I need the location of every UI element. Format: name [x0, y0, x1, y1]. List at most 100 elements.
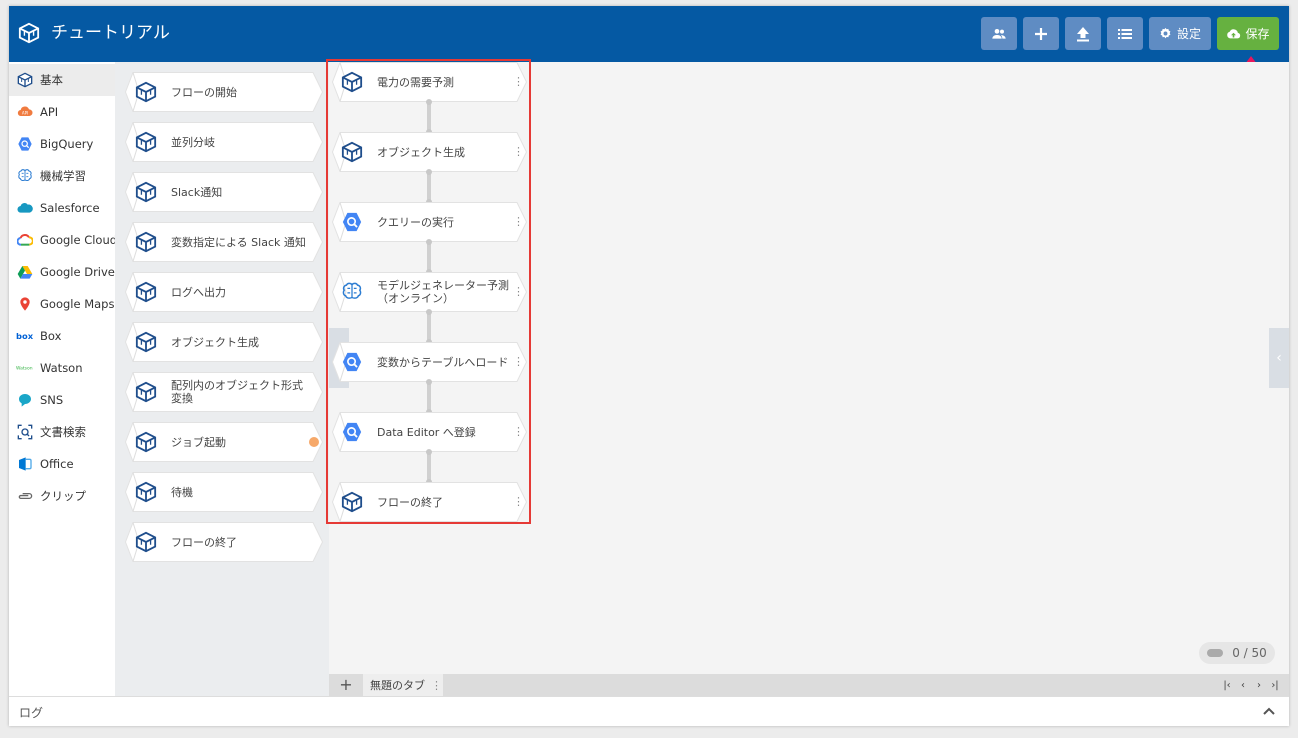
category-item[interactable]: 基本 — [9, 64, 115, 96]
google-maps-icon — [16, 295, 34, 313]
tab-bar: + 無題のタブ ⋮ |‹ ‹ › ›| — [329, 674, 1289, 696]
category-label: Watson — [40, 361, 83, 375]
category-item[interactable]: box Box — [9, 320, 115, 352]
brain-icon — [341, 281, 363, 303]
list-icon — [1118, 28, 1132, 39]
palette-block-label: 変数指定による Slack 通知 — [171, 235, 306, 249]
settings-button[interactable]: 設定 — [1149, 17, 1211, 50]
flow-block-label: フローの終了 — [377, 495, 443, 509]
block-menu-icon[interactable]: ⋮ — [513, 495, 524, 508]
category-item[interactable]: Watson Watson — [9, 352, 115, 384]
category-item[interactable]: BigQuery — [9, 128, 115, 160]
block-menu-icon[interactable]: ⋮ — [513, 285, 524, 298]
category-label: 基本 — [40, 73, 63, 87]
category-item[interactable]: Google Cloud — [9, 224, 117, 256]
first-tab-icon[interactable]: |‹ — [1219, 680, 1235, 691]
share-users-button[interactable] — [981, 17, 1017, 50]
palette-block[interactable]: 変数指定による Slack 通知 — [125, 222, 323, 262]
cube-icon — [341, 491, 363, 513]
gear-icon — [1160, 27, 1171, 39]
category-label: Office — [40, 457, 74, 471]
box-icon: box — [16, 327, 34, 345]
counter-pill-icon — [1207, 649, 1224, 657]
category-item[interactable]: 文書検索 — [9, 416, 115, 448]
cube-icon — [135, 381, 157, 403]
palette-block-label: 待機 — [171, 485, 193, 499]
category-item[interactable]: Salesforce — [9, 192, 115, 224]
last-tab-icon[interactable]: ›| — [1267, 680, 1283, 691]
flow-block[interactable]: Data Editor へ登録 ⋮ — [332, 412, 527, 452]
palette-block[interactable]: 配列内のオブジェクト形式変換 — [125, 372, 323, 412]
tab-navigation: |‹ ‹ › ›| — [1219, 674, 1283, 696]
cube-icon — [135, 181, 157, 203]
category-label: Salesforce — [40, 201, 100, 215]
palette-block-label: 配列内のオブジェクト形式変換 — [171, 379, 303, 405]
cube-icon — [135, 331, 157, 353]
prev-tab-icon[interactable]: ‹ — [1235, 680, 1251, 691]
bigquery-icon — [341, 421, 363, 443]
category-label: 文書検索 — [40, 425, 86, 439]
bigquery-icon — [341, 351, 363, 373]
flow-block[interactable]: 電力の需要予測 ⋮ — [332, 62, 527, 102]
cube-icon — [135, 481, 157, 503]
add-button[interactable] — [1023, 17, 1059, 50]
palette-block[interactable]: 待機 — [125, 472, 323, 512]
category-item[interactable]: API API — [9, 96, 115, 128]
palette-block[interactable]: フローの開始 — [125, 72, 323, 112]
upload-button[interactable] — [1065, 17, 1101, 50]
svg-text:box: box — [16, 331, 34, 341]
category-item[interactable]: SNS — [9, 384, 115, 416]
palette-block-label: フローの終了 — [171, 535, 237, 549]
category-label: API — [40, 105, 59, 119]
category-item[interactable]: クリップ — [9, 480, 115, 512]
app-header: チュートリアル 設定 保存 — [9, 6, 1289, 62]
palette-block-label: ジョブ起動 — [171, 435, 226, 449]
category-label: クリップ — [40, 489, 86, 503]
cube-icon — [341, 141, 363, 163]
cube-icon — [341, 71, 363, 93]
tab-untitled[interactable]: 無題のタブ ⋮ — [363, 674, 443, 696]
palette-block[interactable]: フローの終了 — [125, 522, 323, 562]
settings-label: 設定 — [1176, 27, 1201, 41]
block-menu-icon[interactable]: ⋮ — [513, 75, 524, 88]
chevron-up-icon[interactable] — [1261, 703, 1277, 719]
list-button[interactable] — [1107, 17, 1143, 50]
category-item[interactable]: Office — [9, 448, 115, 480]
category-item[interactable]: Google Maps — [9, 288, 115, 320]
category-label: SNS — [40, 393, 64, 407]
palette-block[interactable]: 並列分岐 — [125, 122, 323, 162]
block-menu-icon[interactable]: ⋮ — [513, 355, 524, 368]
document-search-icon — [16, 423, 34, 441]
add-tab-button[interactable]: + — [337, 674, 355, 696]
palette-block-label: オブジェクト生成 — [171, 335, 259, 349]
api-icon: API — [16, 103, 34, 121]
block-menu-icon[interactable]: ⋮ — [513, 215, 524, 228]
palette-block[interactable]: Slack通知 — [125, 172, 323, 212]
flow-block[interactable]: オブジェクト生成 ⋮ — [332, 132, 527, 172]
log-panel: ログ — [9, 696, 1289, 726]
cube-icon — [16, 71, 34, 89]
category-item[interactable]: Google Drive — [9, 256, 115, 288]
next-tab-icon[interactable]: › — [1251, 680, 1267, 691]
watson-icon: Watson — [16, 359, 34, 377]
flow-block-label: クエリーの実行 — [377, 215, 454, 229]
paperclip-icon — [16, 487, 34, 505]
block-menu-icon[interactable]: ⋮ — [513, 145, 524, 158]
block-menu-icon[interactable]: ⋮ — [513, 425, 524, 438]
cube-icon — [135, 81, 157, 103]
category-item[interactable]: 機械学習 — [9, 160, 115, 192]
tab-menu-icon[interactable]: ⋮ — [431, 679, 442, 692]
flow-block[interactable]: クエリーの実行 ⋮ — [332, 202, 527, 242]
collapse-properties-button[interactable]: ‹ — [1269, 328, 1289, 388]
palette-block[interactable]: ログへ出力 — [125, 272, 323, 312]
palette-block[interactable]: ジョブ起動 — [125, 422, 323, 462]
cube-icon — [135, 531, 157, 553]
palette-block[interactable]: オブジェクト生成 — [125, 322, 323, 362]
google-drive-icon — [16, 263, 34, 281]
flow-block[interactable]: フローの終了 ⋮ — [332, 482, 527, 522]
flow-connector — [426, 309, 432, 345]
flow-block[interactable]: モデルジェネレーター予測（オンライン） ⋮ — [332, 272, 527, 312]
bigquery-icon — [341, 211, 363, 233]
flow-block[interactable]: 変数からテーブルへロード ⋮ — [332, 342, 527, 382]
save-button[interactable]: 保存 — [1217, 17, 1279, 50]
